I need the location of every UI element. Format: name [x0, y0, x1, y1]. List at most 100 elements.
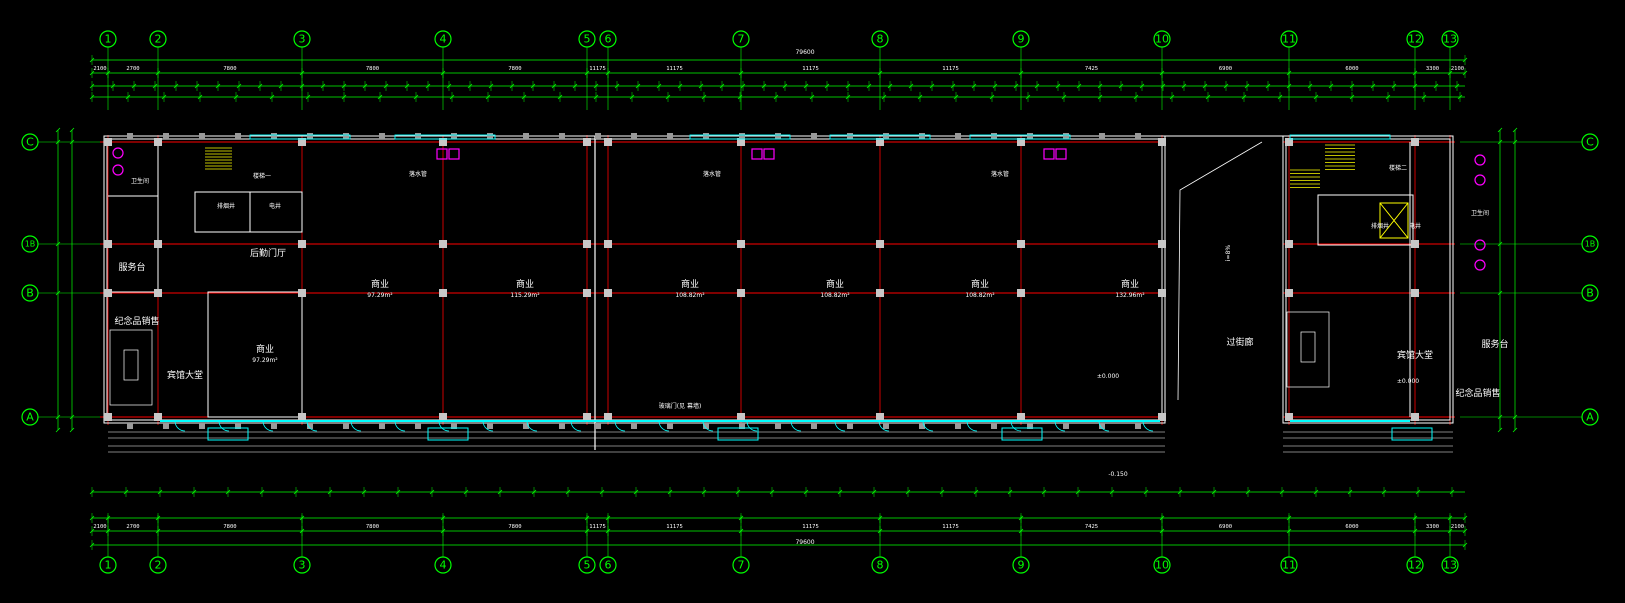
column	[1158, 240, 1166, 248]
svg-text:7800: 7800	[223, 524, 236, 530]
column	[1017, 289, 1025, 297]
column-small	[739, 133, 745, 139]
grid-bubble-top-11: 11	[1280, 30, 1298, 48]
column	[439, 413, 447, 421]
column-small	[1063, 133, 1069, 139]
svg-text:6: 6	[605, 33, 612, 46]
room-shop-left: 纪念品销售	[114, 315, 159, 327]
toilet-fixture-3	[1474, 174, 1486, 186]
stair-left	[205, 147, 232, 170]
column-small	[163, 423, 169, 429]
column-small	[415, 423, 421, 429]
column-small	[559, 133, 565, 139]
lobby-furniture-1	[1286, 311, 1330, 388]
svg-text:11175: 11175	[666, 524, 683, 530]
svg-text:C: C	[1586, 136, 1594, 149]
area-label-7: 97.29m²	[252, 357, 278, 364]
column	[604, 289, 612, 297]
column-small	[883, 423, 889, 429]
grid-bubble-bottom-11: 11	[1280, 556, 1298, 574]
svg-text:8: 8	[877, 33, 884, 46]
outer-wall-east	[1282, 135, 1454, 424]
grid-bubble-bottom-1: 1	[99, 556, 117, 574]
column	[604, 240, 612, 248]
column-small	[487, 423, 493, 429]
column-small	[235, 133, 241, 139]
room-commercial-7: 商业	[256, 343, 274, 355]
svg-text:10: 10	[1155, 33, 1169, 46]
column-small	[1027, 133, 1033, 139]
column	[1285, 413, 1293, 421]
svg-text:1B: 1B	[1585, 240, 1596, 249]
column-small	[667, 133, 673, 139]
svg-text:2700: 2700	[126, 66, 139, 72]
column	[154, 289, 162, 297]
svg-text:11: 11	[1282, 33, 1296, 46]
column-small	[883, 133, 889, 139]
annotation-labels: 落水管 落水管 落水管 玻璃门(见 幕墙) i=8% ±0.000 ±0.000…	[409, 49, 1419, 546]
slope-label: i=8%	[1225, 245, 1232, 262]
area-label-1: 97.29m²	[367, 292, 393, 299]
column-small	[811, 423, 817, 429]
room-shop-right: 纪念品销售	[1455, 387, 1500, 399]
column	[439, 289, 447, 297]
column	[104, 289, 112, 297]
svg-text:6000: 6000	[1345, 66, 1358, 72]
room-commercial-6: 商业	[1121, 278, 1139, 290]
room-labels: 商业 97.29m² 商业 115.29m² 商业 108.82m² 商业 10…	[114, 164, 1508, 399]
grid-bubble-top-12: 12	[1406, 30, 1424, 48]
grid-bubble-bottom-5: 5	[578, 556, 596, 574]
column-small	[343, 133, 349, 139]
grid-bubble-bottom-9: 9	[1012, 556, 1030, 574]
stair-label-2: 楼梯二	[1389, 164, 1407, 172]
column-small	[379, 423, 385, 429]
inner-wall-main	[106, 138, 1163, 421]
svg-text:B: B	[1586, 287, 1594, 300]
column-small	[343, 423, 349, 429]
column-small	[199, 423, 205, 429]
column	[1411, 138, 1419, 146]
column	[298, 289, 306, 297]
svg-text:11175: 11175	[802, 66, 819, 72]
column-small	[847, 423, 853, 429]
downpipe-marker-1	[751, 148, 775, 160]
svg-text:7800: 7800	[508, 524, 521, 530]
room-commercial-2: 商业	[516, 278, 534, 290]
grid-bubble-bottom-2: 2	[149, 556, 167, 574]
column-small	[775, 423, 781, 429]
red-axis-lines	[100, 135, 1455, 425]
column	[876, 289, 884, 297]
grid-bubble-top-4: 4	[434, 30, 452, 48]
svg-text:8: 8	[877, 559, 884, 572]
grid-bubble-top-2: 2	[149, 30, 167, 48]
column	[737, 413, 745, 421]
svg-text:2: 2	[155, 33, 162, 46]
svg-text:6: 6	[605, 559, 612, 572]
svg-text:11175: 11175	[589, 524, 606, 530]
grid-bubble-bottom-8: 8	[871, 556, 889, 574]
column-small	[631, 423, 637, 429]
svg-text:2100: 2100	[93, 66, 106, 72]
room-smoke-left: 排烟井	[217, 202, 235, 210]
column	[1158, 289, 1166, 297]
svg-text:5: 5	[584, 559, 591, 572]
column-small	[595, 423, 601, 429]
column	[104, 138, 112, 146]
svg-text:11175: 11175	[666, 66, 683, 72]
svg-text:3: 3	[299, 559, 306, 572]
stair-right	[1290, 144, 1355, 188]
area-label-2: 115.29m²	[510, 292, 540, 299]
column	[298, 240, 306, 248]
grid-bubble-right-B: B	[1581, 284, 1599, 302]
stair-label-1: 楼梯一	[253, 172, 271, 180]
column-small	[667, 423, 673, 429]
column	[1285, 240, 1293, 248]
svg-text:13: 13	[1443, 33, 1457, 46]
svg-text:9: 9	[1018, 559, 1025, 572]
elevation-label-1: ±0.000	[1097, 373, 1119, 380]
room-toilet-left: 卫生间	[131, 177, 149, 185]
column	[298, 413, 306, 421]
elevation-label-3: -0.150	[1108, 471, 1128, 478]
grid-bubble-left-1B: 1B	[21, 235, 39, 253]
svg-text:11175: 11175	[802, 524, 819, 530]
